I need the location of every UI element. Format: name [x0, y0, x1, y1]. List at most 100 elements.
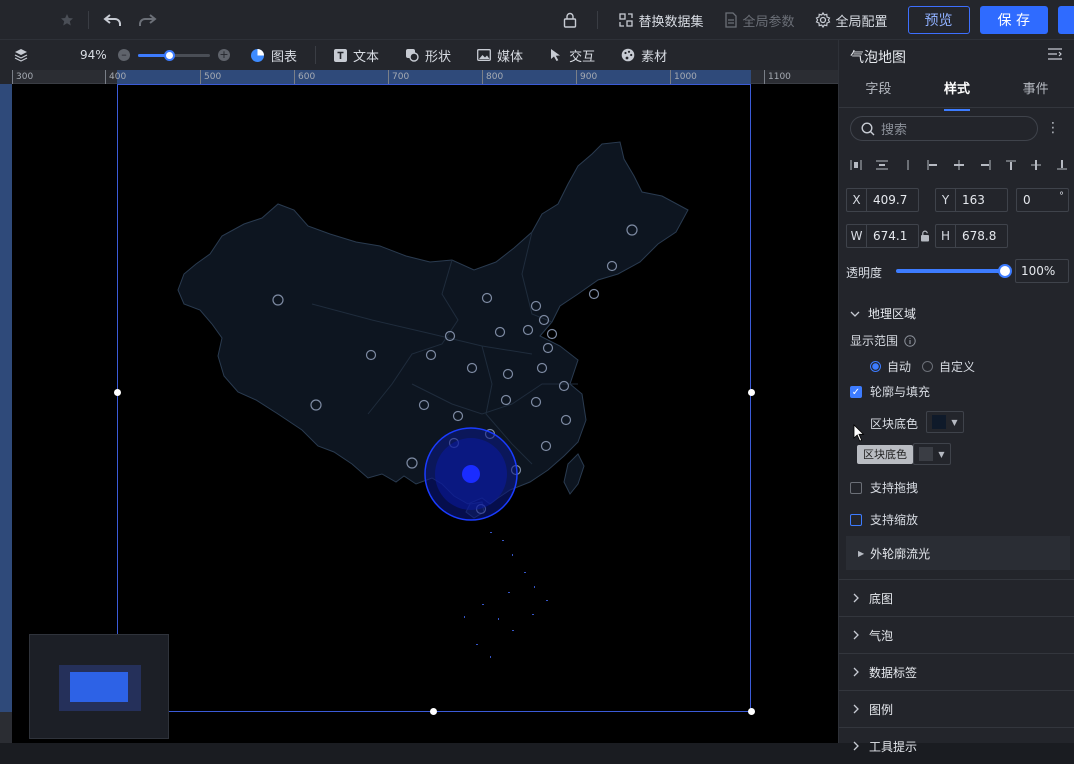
section-tooltip[interactable]: 工具提示 — [839, 727, 1074, 764]
block-color-select[interactable]: ▼ — [926, 411, 964, 433]
w-label: W — [847, 225, 867, 247]
ruler-tick: 1100 — [764, 70, 791, 84]
opacity-slider-knob[interactable] — [998, 264, 1012, 278]
block-color-select-2[interactable]: ▼ — [913, 443, 951, 465]
section-basemap[interactable]: 底图 — [839, 579, 1074, 616]
opacity-slider[interactable] — [896, 269, 1004, 273]
tab-events[interactable]: 事件 — [996, 76, 1074, 107]
tool-shape[interactable]: 形状 — [405, 46, 451, 65]
section-data-labels-label: 数据标签 — [869, 664, 917, 681]
global-config-button[interactable]: 全局配置 — [815, 11, 888, 30]
section-bubble[interactable]: 气泡 — [839, 616, 1074, 653]
zoom-out-button[interactable]: – — [118, 49, 130, 61]
align-middle-icon[interactable] — [1030, 160, 1042, 170]
x-value[interactable]: 409.7 — [867, 189, 918, 211]
y-value[interactable]: 163 — [956, 189, 1007, 211]
zoom-checkbox[interactable]: 支持缩放 — [850, 511, 918, 528]
aspect-lock-icon[interactable] — [920, 230, 930, 245]
tool-text-label: 文本 — [353, 46, 379, 65]
drag-checkbox[interactable]: 支持拖拽 — [850, 479, 918, 496]
tool-assets-label: 素材 — [641, 46, 667, 65]
tool-media[interactable]: 媒体 — [477, 46, 523, 65]
display-range-label: 显示范围 — [850, 332, 898, 349]
x-field[interactable]: X 409.7 — [846, 188, 919, 212]
global-params-button[interactable]: 全局参数 — [724, 11, 795, 30]
radio-auto-indicator[interactable] — [870, 361, 881, 372]
panel-title: 气泡地图 — [850, 47, 906, 67]
radio-custom[interactable]: 自定义 — [922, 358, 975, 375]
editor-canvas[interactable] — [12, 84, 838, 743]
drag-check[interactable] — [850, 482, 862, 494]
shape-icon — [405, 48, 419, 62]
radio-custom-indicator[interactable] — [922, 361, 933, 372]
block-color-label: 区块底色 — [870, 415, 918, 432]
preview-button[interactable]: 预览 — [908, 6, 970, 34]
radio-auto[interactable]: 自动 — [870, 358, 911, 375]
block-color-swatch — [932, 415, 946, 429]
vertical-ruler — [0, 84, 12, 743]
section-legend[interactable]: 图例 — [839, 690, 1074, 727]
align-right-icon[interactable] — [979, 160, 991, 170]
lock-icon[interactable] — [563, 12, 577, 28]
save-button[interactable]: 保 存 — [980, 6, 1048, 34]
ruler-tick: 900 — [576, 70, 597, 84]
ruler-tick: 400 — [105, 70, 126, 84]
ruler-selection-highlight — [0, 84, 12, 712]
h-value[interactable]: 678.8 — [956, 225, 1007, 247]
align-left-icon[interactable] — [927, 160, 939, 170]
replace-dataset-button[interactable]: 替换数据集 — [618, 11, 704, 30]
tool-text[interactable]: 文本 — [334, 46, 379, 65]
height-field[interactable]: H 678.8 — [935, 224, 1008, 248]
y-field[interactable]: Y 163 — [935, 188, 1008, 212]
zoom-in-button[interactable]: + — [218, 49, 230, 61]
selection-box[interactable] — [117, 84, 751, 712]
rotation-value[interactable]: 0 — [1017, 189, 1059, 211]
zoom-slider-knob[interactable] — [164, 50, 175, 61]
tool-interaction-label: 交互 — [569, 46, 595, 65]
undo-icon[interactable] — [103, 12, 123, 28]
tab-style[interactable]: 样式 — [918, 76, 997, 107]
zoom-support-label: 支持缩放 — [870, 511, 918, 528]
align-center-h-icon[interactable] — [953, 160, 965, 170]
minimap[interactable] — [29, 634, 169, 739]
more-options-icon[interactable]: ⋮ — [1046, 120, 1060, 136]
resize-handle-right[interactable] — [748, 389, 755, 396]
chevron-down-icon — [850, 311, 860, 317]
caret-down-icon: ▼ — [938, 450, 944, 459]
tab-fields[interactable]: 字段 — [839, 76, 918, 107]
outline-fill-check[interactable]: ✓ — [850, 386, 862, 398]
tool-assets[interactable]: 素材 — [621, 46, 667, 65]
resize-handle-bottom-right[interactable] — [748, 708, 755, 715]
publish-button[interactable] — [1058, 6, 1074, 34]
section-bubble-label: 气泡 — [869, 627, 893, 644]
resize-handle-bottom[interactable] — [430, 708, 437, 715]
tool-chart[interactable]: 图表 — [250, 46, 297, 65]
align-distribute-h-icon[interactable] — [850, 160, 862, 170]
resize-handle-left[interactable] — [114, 389, 121, 396]
align-top-icon[interactable] — [1005, 160, 1017, 170]
width-field[interactable]: W 674.1 — [846, 224, 919, 248]
align-bottom-icon[interactable] — [1056, 160, 1068, 170]
rotation-field[interactable]: 0 ° — [1016, 188, 1069, 212]
section-data-labels[interactable]: 数据标签 — [839, 653, 1074, 690]
info-icon[interactable] — [904, 335, 916, 347]
align-distribute-v-icon[interactable] — [876, 160, 888, 170]
zoom-slider[interactable] — [138, 54, 210, 57]
outline-fill-checkbox[interactable]: ✓ 轮廓与填充 — [850, 383, 930, 400]
tool-interaction[interactable]: 交互 — [549, 46, 595, 65]
redo-icon[interactable] — [137, 12, 157, 28]
minimap-viewport[interactable] — [70, 672, 128, 702]
collapse-panel-icon[interactable] — [1048, 48, 1062, 60]
opacity-value[interactable]: 100% — [1015, 259, 1069, 283]
layers-icon[interactable] — [14, 48, 28, 62]
w-value[interactable]: 674.1 — [867, 225, 918, 247]
star-icon[interactable] — [60, 13, 74, 27]
opacity-label: 透明度 — [846, 264, 882, 281]
search-input[interactable]: 搜索 — [850, 116, 1038, 141]
search-placeholder: 搜索 — [881, 119, 907, 138]
params-icon — [724, 12, 738, 28]
mouse-cursor-icon — [853, 424, 865, 446]
geo-section-header[interactable]: 地理区域 — [850, 305, 916, 322]
zoom-check[interactable] — [850, 514, 862, 526]
outline-glow-section[interactable]: ▶ 外轮廓流光 — [846, 536, 1070, 570]
